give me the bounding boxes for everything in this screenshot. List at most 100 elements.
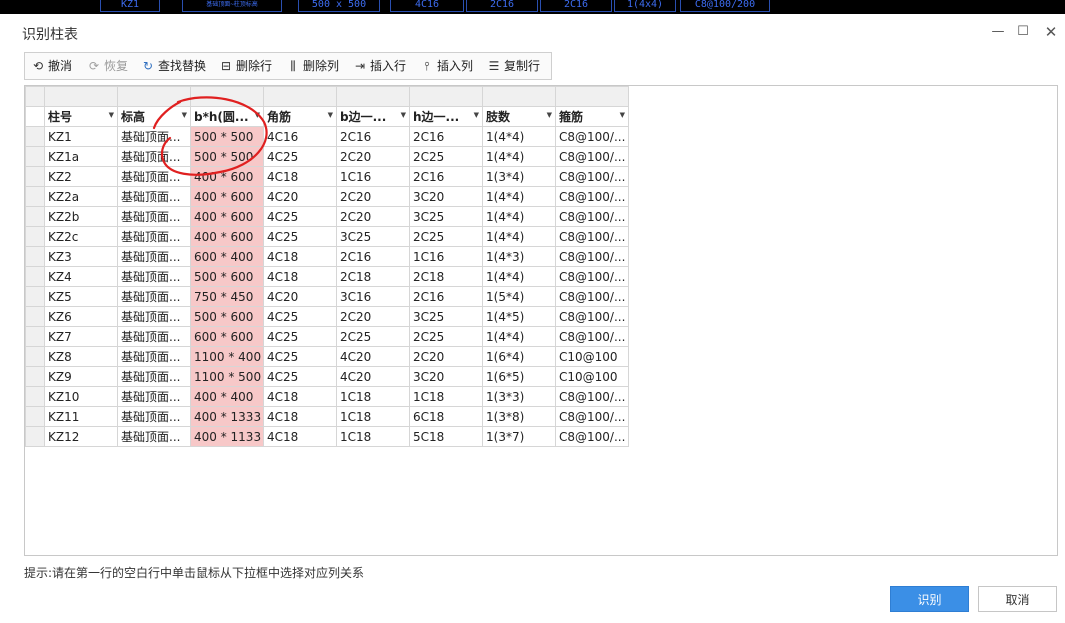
table-cell[interactable]: 4C25 [263, 366, 337, 387]
table-cell[interactable]: 基础顶面... [117, 366, 191, 387]
blank-cell[interactable] [263, 86, 337, 107]
insert-column-button[interactable]: ⫯ 插入列 [420, 53, 473, 79]
table-cell[interactable]: 4C20 [263, 186, 337, 207]
table-cell[interactable]: 400 * 1333 [190, 406, 264, 427]
table-cell[interactable]: 4C18 [263, 266, 337, 287]
table-cell[interactable]: 1(4*4) [482, 266, 556, 287]
table-cell[interactable]: KZ7 [44, 326, 118, 347]
table-cell[interactable]: KZ8 [44, 346, 118, 367]
table-cell[interactable]: KZ6 [44, 306, 118, 327]
table-cell[interactable]: 基础顶面... [117, 286, 191, 307]
table-cell[interactable]: 4C16 [263, 126, 337, 147]
table-cell[interactable]: 1100 * 500 [190, 366, 264, 387]
table-cell[interactable]: C8@100/... [555, 186, 629, 207]
table-cell[interactable]: 4C18 [263, 426, 337, 447]
table-cell[interactable]: KZ2 [44, 166, 118, 187]
table-cell[interactable]: 5C18 [409, 426, 483, 447]
row-header[interactable] [25, 146, 45, 167]
table-cell[interactable]: 1(4*4) [482, 146, 556, 167]
table-cell[interactable]: 500 * 500 [190, 126, 264, 147]
table-cell[interactable]: 2C25 [409, 326, 483, 347]
table-cell[interactable]: 1C18 [336, 386, 410, 407]
table-cell[interactable]: 1C18 [409, 386, 483, 407]
maximize-button[interactable]: ☐ [1013, 22, 1033, 42]
table-cell[interactable]: 2C16 [409, 286, 483, 307]
column-mapping-dropdown[interactable]: 肢数 ▼ [482, 106, 556, 127]
table-cell[interactable]: 基础顶面... [117, 346, 191, 367]
table-cell[interactable]: 基础顶面... [117, 426, 191, 447]
table-cell[interactable]: 500 * 500 [190, 146, 264, 167]
table-cell[interactable]: 400 * 600 [190, 226, 264, 247]
table-cell[interactable]: 2C16 [336, 246, 410, 267]
table-cell[interactable]: 2C18 [409, 266, 483, 287]
table-cell[interactable]: KZ3 [44, 246, 118, 267]
table-cell[interactable]: 4C25 [263, 226, 337, 247]
table-cell[interactable]: 1(4*4) [482, 326, 556, 347]
row-header[interactable] [25, 126, 45, 147]
table-cell[interactable]: 1C18 [336, 406, 410, 427]
row-header[interactable] [25, 326, 45, 347]
table-cell[interactable]: KZ1a [44, 146, 118, 167]
table-cell[interactable]: 2C20 [336, 306, 410, 327]
table-cell[interactable]: 400 * 400 [190, 386, 264, 407]
table-cell[interactable]: 1(3*4) [482, 166, 556, 187]
table-cell[interactable]: 750 * 450 [190, 286, 264, 307]
table-cell[interactable]: 4C25 [263, 306, 337, 327]
table-cell[interactable]: KZ12 [44, 426, 118, 447]
table-cell[interactable]: C8@100/... [555, 166, 629, 187]
table-cell[interactable]: 2C25 [409, 226, 483, 247]
row-header[interactable] [25, 406, 45, 427]
table-cell[interactable]: 1(4*4) [482, 126, 556, 147]
column-mapping-dropdown[interactable]: b边一... ▼ [336, 106, 410, 127]
table-cell[interactable]: KZ9 [44, 366, 118, 387]
table-cell[interactable]: 2C20 [336, 146, 410, 167]
blank-cell[interactable] [190, 86, 264, 107]
row-header[interactable] [25, 166, 45, 187]
table-cell[interactable]: 2C18 [336, 266, 410, 287]
column-mapping-dropdown[interactable]: 角筋 ▼ [263, 106, 337, 127]
blank-cell[interactable] [44, 86, 118, 107]
table-cell[interactable]: 1(6*5) [482, 366, 556, 387]
table-cell[interactable]: 2C25 [336, 326, 410, 347]
table-cell[interactable]: 1C16 [409, 246, 483, 267]
table-cell[interactable]: 3C20 [409, 366, 483, 387]
table-cell[interactable]: C8@100/... [555, 306, 629, 327]
table-cell[interactable]: KZ1 [44, 126, 118, 147]
row-header[interactable] [25, 186, 45, 207]
table-cell[interactable]: 基础顶面... [117, 166, 191, 187]
table-cell[interactable]: 1C16 [336, 166, 410, 187]
table-cell[interactable]: 1C18 [336, 426, 410, 447]
column-mapping-dropdown[interactable]: 箍筋 ▼ [555, 106, 629, 127]
table-cell[interactable]: 4C18 [263, 166, 337, 187]
table-cell[interactable]: 1(4*5) [482, 306, 556, 327]
row-header[interactable] [25, 366, 45, 387]
table-cell[interactable]: 4C25 [263, 326, 337, 347]
minimize-button[interactable]: — [988, 22, 1008, 42]
cancel-button[interactable]: 取消 [978, 586, 1057, 612]
close-button[interactable]: ✕ [1041, 22, 1061, 42]
recognize-button[interactable]: 识别 [890, 586, 969, 612]
table-cell[interactable]: 3C25 [336, 226, 410, 247]
table-cell[interactable]: 基础顶面... [117, 406, 191, 427]
table-cell[interactable]: 3C25 [409, 206, 483, 227]
table-cell[interactable]: 1(4*3) [482, 246, 556, 267]
copy-row-button[interactable]: ☰ 复制行 [487, 53, 540, 79]
table-cell[interactable]: C8@100/... [555, 286, 629, 307]
table-cell[interactable]: C8@100/... [555, 266, 629, 287]
row-header[interactable] [25, 426, 45, 447]
table-cell[interactable]: 500 * 600 [190, 306, 264, 327]
table-cell[interactable]: 1(4*4) [482, 226, 556, 247]
table-cell[interactable]: 400 * 600 [190, 206, 264, 227]
table-cell[interactable]: 基础顶面... [117, 266, 191, 287]
table-cell[interactable]: 2C25 [409, 146, 483, 167]
table-cell[interactable]: 基础顶面... [117, 386, 191, 407]
table-cell[interactable]: 4C20 [336, 346, 410, 367]
column-mapping-dropdown[interactable]: 柱号 ▼ [44, 106, 118, 127]
table-cell[interactable]: 1(3*3) [482, 386, 556, 407]
table-cell[interactable]: 4C18 [263, 386, 337, 407]
table-cell[interactable]: 4C18 [263, 406, 337, 427]
blank-cell[interactable] [409, 86, 483, 107]
table-cell[interactable]: 400 * 1133 [190, 426, 264, 447]
table-cell[interactable]: C8@100/... [555, 426, 629, 447]
column-mapping-dropdown[interactable]: b*h(圆... ▼ [190, 106, 264, 127]
